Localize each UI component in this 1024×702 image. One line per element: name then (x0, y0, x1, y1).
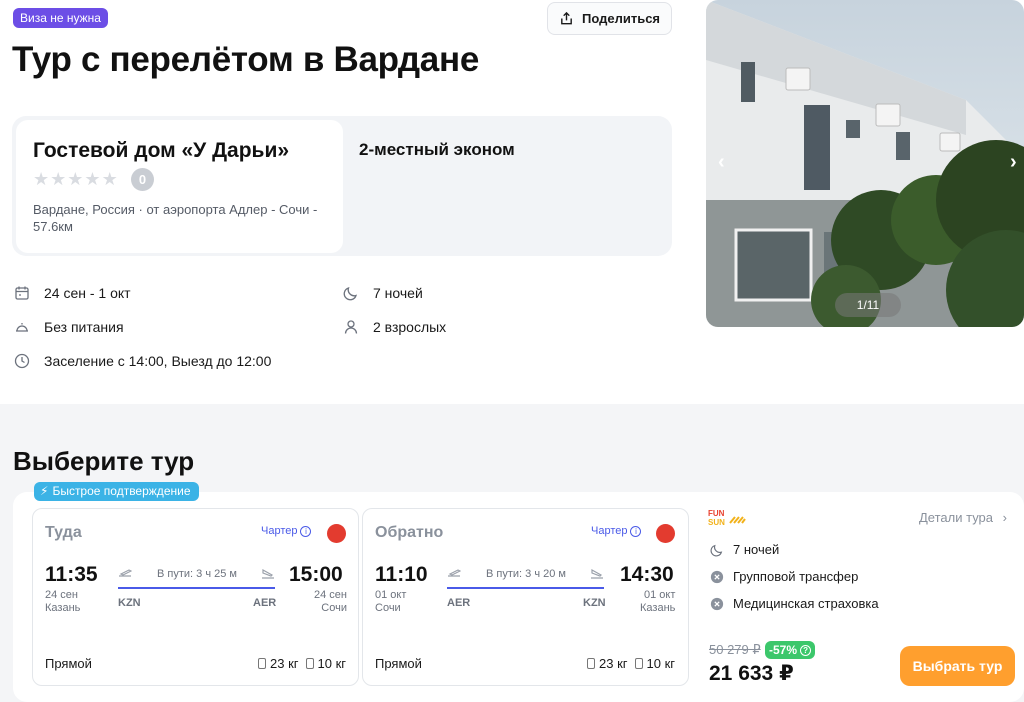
trip-dates: 24 сен - 1 окт (14, 285, 131, 301)
outbound-duration: В пути: 3 ч 25 м (157, 568, 237, 580)
x-circle-icon (710, 570, 724, 583)
trip-checkin: Заселение с 14:00, Выезд до 12:00 (14, 353, 271, 369)
airline-logo-icon (656, 524, 675, 543)
page-title: Тур с перелётом в Вардане (12, 40, 479, 79)
moon-icon (710, 544, 723, 556)
choose-tour-button[interactable]: Выбрать тур (900, 646, 1015, 686)
star-icon: ★ (101, 169, 118, 189)
airline-logo-icon (327, 524, 346, 543)
tour-insurance: Медицинская страховка (710, 596, 879, 611)
share-button[interactable]: Поделиться (547, 2, 672, 35)
prev-photo-icon[interactable]: ‹ (718, 152, 725, 172)
return-departure-info: 01 окт Сочи (375, 589, 407, 614)
hotel-location: Вардане, Россия · от аэропорта Адлер - С… (33, 202, 318, 234)
info-icon: ? (800, 644, 812, 656)
outbound-route-line (118, 587, 275, 589)
fast-confirmation-badge: ⚡ Быстрое подтверждение (34, 482, 199, 501)
old-price: 50 279 ₽ (709, 642, 761, 657)
person-icon (344, 320, 358, 334)
handbag-icon (634, 658, 643, 669)
outbound-departure-info: 24 сен Казань (45, 589, 81, 614)
moon-icon (343, 287, 357, 301)
next-photo-icon[interactable]: › (1010, 152, 1017, 172)
outbound-to-code: AER (253, 597, 277, 609)
star-icon: ★ (33, 169, 50, 189)
return-departure-time: 11:10 (375, 563, 428, 586)
svg-text:FUN: FUN (708, 509, 725, 518)
room-type: 2-местный эконом (359, 140, 515, 159)
hotel-photo[interactable]: ‹ › (706, 0, 1024, 327)
outbound-baggage: 23 кг 10 кг (258, 656, 346, 671)
share-icon (561, 11, 572, 25)
info-icon: i (630, 525, 642, 537)
outbound-from-code: KZN (118, 597, 141, 609)
visa-badge: Виза не нужна (13, 8, 108, 28)
landing-icon (591, 568, 603, 579)
tour-details-link[interactable]: Детали тура › (919, 510, 1007, 525)
clock-icon (14, 353, 30, 369)
takeoff-icon (119, 569, 132, 577)
outbound-arrival-info: 24 сен Сочи (314, 589, 347, 614)
return-arrival-info: 01 окт Казань (640, 589, 676, 614)
return-flight-type: Прямой (375, 656, 422, 671)
share-label: Поделиться (581, 11, 661, 26)
section-title: Выберите тур (13, 446, 195, 476)
outbound-direction: Туда (45, 524, 82, 541)
hotel-photo-image (706, 0, 1024, 327)
outbound-arrival-time: 15:00 (289, 563, 343, 586)
return-charter-label[interactable]: Чартер i (591, 525, 642, 537)
takeoff-icon (448, 569, 461, 577)
return-direction: Обратно (375, 524, 444, 541)
handbag-icon (305, 658, 314, 669)
star-icon: ★ (84, 169, 101, 189)
hotel-name[interactable]: Гостевой дом «У Дарьи» (33, 139, 289, 163)
cloche-icon (16, 323, 28, 332)
x-circle-icon (710, 597, 724, 610)
tour-transfer: Групповой трансфер (710, 569, 858, 584)
svg-text:SUN: SUN (708, 518, 725, 527)
tour-nights: 7 ночей (710, 542, 779, 557)
chevron-right-icon: › (1002, 510, 1007, 525)
discount-badge[interactable]: -57%? (765, 641, 816, 659)
return-route-line (447, 587, 604, 589)
star-icon: ★ (50, 169, 67, 189)
trip-guests: 2 взрослых (343, 319, 446, 335)
outbound-flight-type: Прямой (45, 656, 92, 671)
return-to-code: KZN (583, 597, 606, 609)
tour-price: 21 633 ₽ (709, 662, 794, 685)
trip-meals: Без питания (14, 319, 124, 335)
outbound-charter-label[interactable]: Чартер i (261, 525, 312, 537)
suitcase-icon (258, 658, 266, 669)
tour-operator-logo: FUN SUN (708, 509, 746, 527)
landing-icon (262, 568, 274, 579)
return-from-code: AER (447, 597, 471, 609)
photo-counter: 1/11 (835, 293, 901, 317)
trip-nights: 7 ночей (343, 285, 423, 301)
rating-badge: 0 (131, 168, 154, 191)
outbound-departure-time: 11:35 (45, 563, 98, 586)
return-baggage: 23 кг 10 кг (587, 656, 675, 671)
return-duration: В пути: 3 ч 20 м (486, 568, 566, 580)
info-icon: i (300, 525, 312, 537)
calendar-icon (15, 286, 29, 300)
lightning-icon: ⚡ (40, 484, 49, 498)
star-icon: ★ (67, 169, 84, 189)
return-arrival-time: 14:30 (620, 563, 674, 586)
star-rating: ★ ★ ★ ★ ★ (33, 170, 118, 188)
suitcase-icon (587, 658, 595, 669)
